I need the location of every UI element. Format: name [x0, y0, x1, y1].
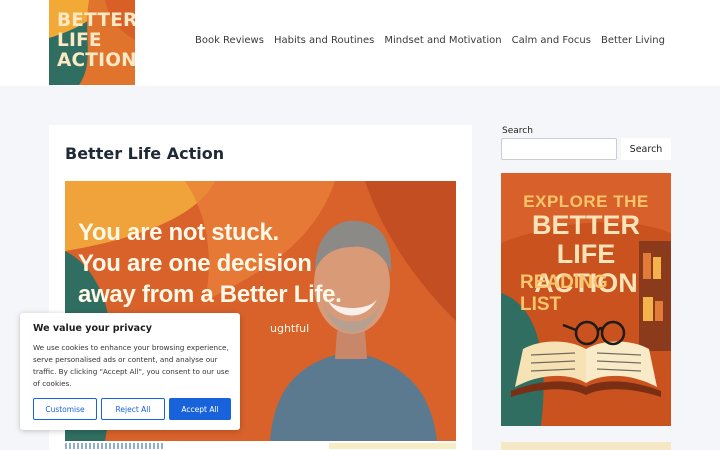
promo-heading-reading-list: READING LIST [520, 272, 608, 316]
hero-headline-line-3: away from a Better Life. [78, 281, 342, 308]
logo-line-3: ACTION [57, 50, 135, 71]
logo-line-2: LIFE [57, 30, 102, 51]
hero-caption-strip [65, 443, 165, 449]
nav-calm-and-focus[interactable]: Calm and Focus [512, 35, 591, 46]
promo-reading-line-1: READING [520, 272, 608, 293]
promo-reading-line-2: LIST [520, 294, 562, 315]
page-title: Better Life Action [65, 144, 225, 163]
nav-better-living[interactable]: Better Living [601, 35, 665, 46]
next-widget-peek [501, 442, 671, 450]
nav-mindset-and-motivation[interactable]: Mindset and Motivation [384, 35, 501, 46]
accept-all-button[interactable]: Accept All [169, 398, 231, 420]
hero-headline-line-1: You are not stuck. [78, 219, 279, 246]
logo-wordmark: BETTER LIFE ACTION [57, 11, 135, 71]
main-navigation: Book Reviews Habits and Routines Mindset… [195, 35, 665, 46]
nav-habits-and-routines[interactable]: Habits and Routines [274, 35, 374, 46]
reject-all-button[interactable]: Reject All [101, 398, 165, 420]
reading-list-promo[interactable]: EXPLORE THE BETTER LIFE ACTION READING L… [501, 173, 671, 426]
cookie-consent-banner: We value your privacy We use cookies to … [20, 313, 240, 430]
logo-line-1: BETTER [57, 10, 135, 31]
cookie-description: We use cookies to enhance your browsing … [33, 343, 230, 388]
site-logo[interactable]: BETTER LIFE ACTION [49, 0, 135, 85]
search-button[interactable]: Search [621, 138, 671, 160]
search-input[interactable] [501, 138, 617, 160]
promo-title-line-1: BETTER LIFE [532, 210, 640, 269]
customise-button[interactable]: Customise [33, 398, 97, 420]
site-header: BETTER LIFE ACTION Book Reviews Habits a… [0, 0, 720, 86]
hero-headline-line-2: You are one decision [78, 250, 312, 277]
hero-subtext: ughtful [270, 322, 310, 335]
search-label: Search [502, 126, 533, 136]
cookie-title: We value your privacy [33, 323, 152, 334]
next-image-peek [329, 443, 456, 449]
promo-heading-explore: EXPLORE THE [523, 192, 649, 211]
nav-book-reviews[interactable]: Book Reviews [195, 35, 264, 46]
